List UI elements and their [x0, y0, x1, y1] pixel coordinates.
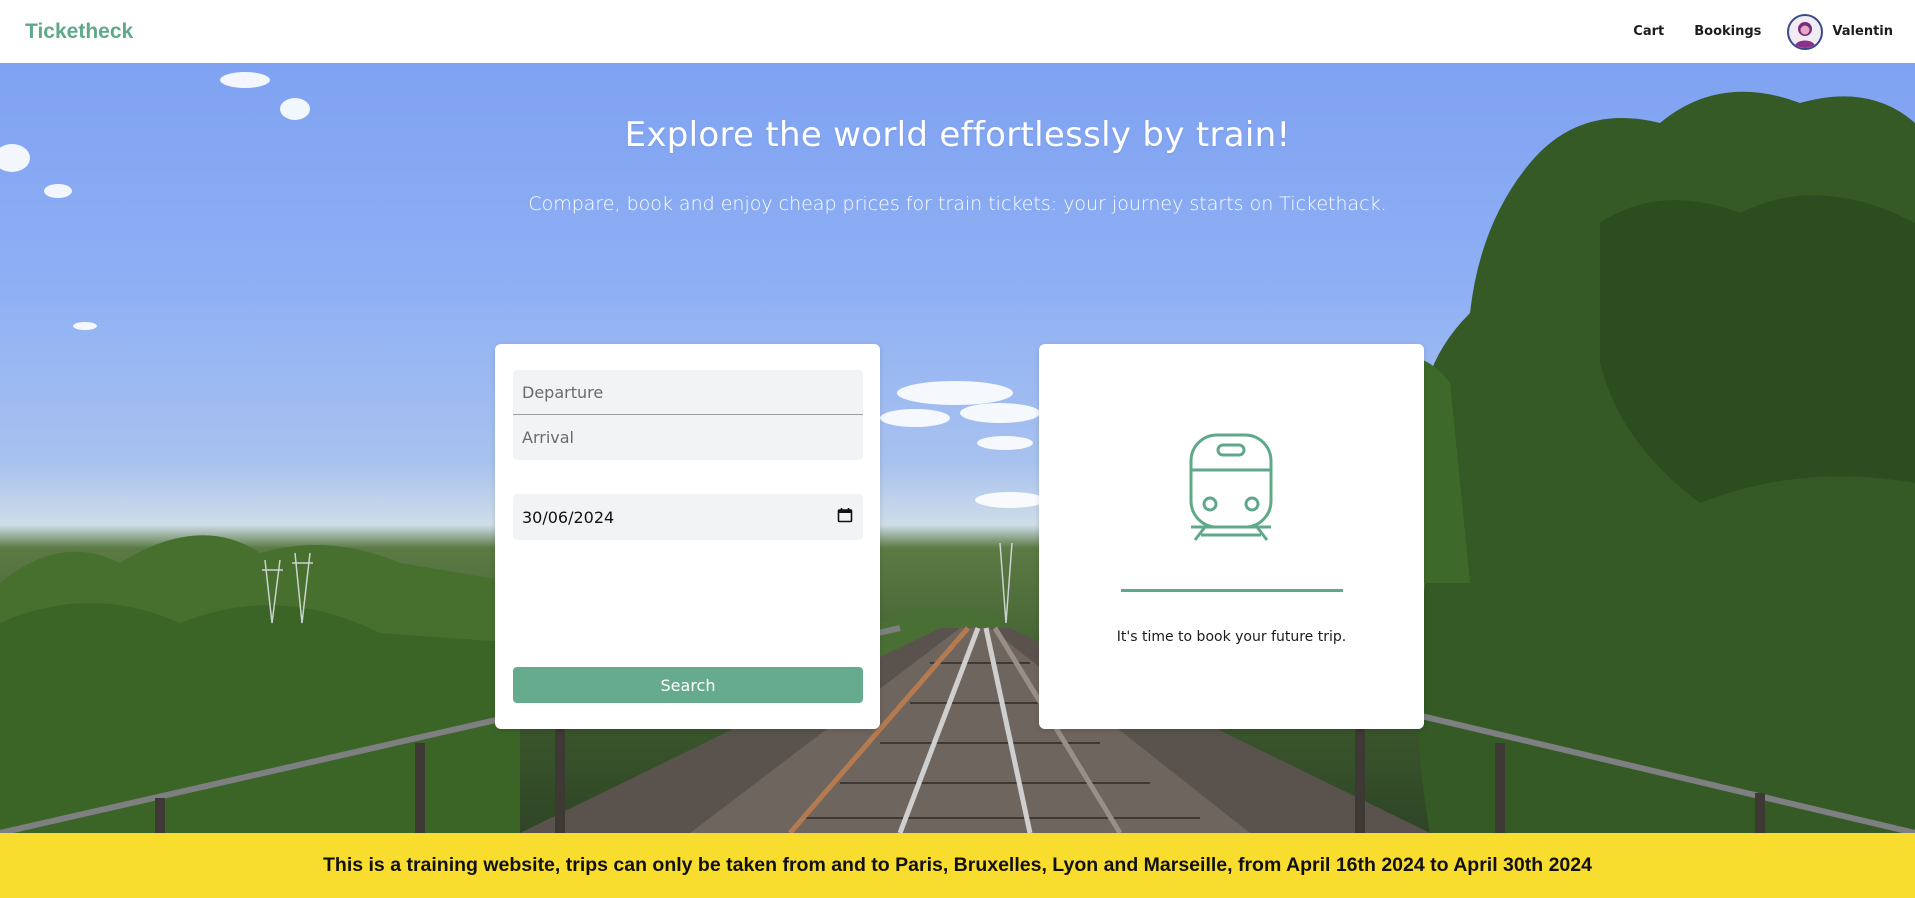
- nav-bookings-link[interactable]: Bookings: [1694, 24, 1761, 39]
- main-nav: Cart Bookings Valentin: [1633, 13, 1893, 50]
- train-icon: [1187, 432, 1277, 546]
- result-message: It's time to book your future trip.: [1116, 629, 1347, 645]
- arrival-input[interactable]: [513, 415, 863, 460]
- search-button[interactable]: Search: [513, 667, 863, 703]
- search-form-card: 30/06/2024 Search: [495, 344, 880, 729]
- nav-cart-link[interactable]: Cart: [1633, 24, 1664, 39]
- user-menu[interactable]: Valentin: [1787, 13, 1893, 50]
- result-card: It's time to book your future trip.: [1039, 344, 1424, 729]
- banner-text: This is a training website, trips can on…: [323, 854, 1592, 876]
- training-notice-banner: This is a training website, trips can on…: [0, 833, 1915, 898]
- hero-section: Explore the world effortlessly by train!…: [0, 63, 1915, 833]
- user-avatar-icon: [1787, 13, 1824, 50]
- hero-background-image: [0, 72, 1915, 833]
- brand-logo[interactable]: Ticketheck: [25, 20, 133, 44]
- departure-input[interactable]: [513, 370, 863, 415]
- hero-subtitle: Compare, book and enjoy cheap prices for…: [528, 193, 1387, 215]
- top-navbar: Ticketheck Cart Bookings Valentin: [0, 0, 1915, 63]
- hero-title: Explore the world effortlessly by train!: [624, 115, 1291, 155]
- user-name: Valentin: [1832, 24, 1893, 39]
- date-value: 30/06/2024: [522, 507, 615, 527]
- calendar-icon[interactable]: [837, 507, 853, 527]
- date-input[interactable]: 30/06/2024: [513, 494, 863, 540]
- result-divider: [1121, 589, 1343, 592]
